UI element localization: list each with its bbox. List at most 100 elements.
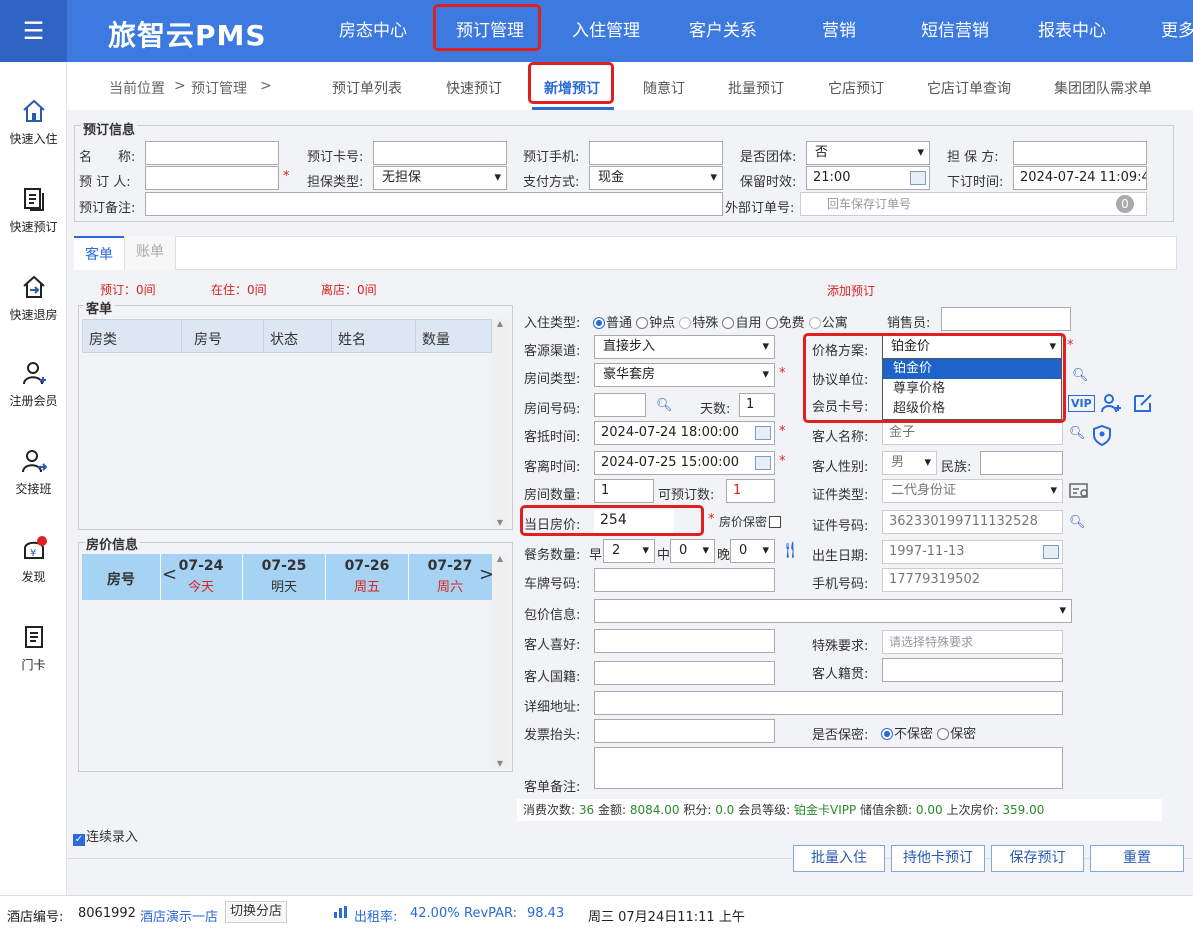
- lunch-select[interactable]: 0: [670, 539, 715, 563]
- batch-checkin-button[interactable]: 批量入住: [793, 845, 885, 872]
- gender-select[interactable]: 男: [882, 451, 937, 475]
- tab-other-store-booking[interactable]: 它店预订: [828, 78, 884, 98]
- days-input[interactable]: 1: [739, 393, 775, 417]
- depart-time-input[interactable]: 2024-07-25 15:00:00: [594, 451, 775, 475]
- tab-bill[interactable]: 账单: [124, 236, 176, 270]
- option-super-price[interactable]: 超级价格: [883, 399, 1061, 419]
- birth-date-input[interactable]: 1997-11-13: [882, 540, 1063, 564]
- calendar-icon[interactable]: [755, 426, 771, 440]
- reset-button[interactable]: 重置: [1090, 845, 1184, 872]
- nav-reports[interactable]: 报表中心: [1038, 0, 1106, 62]
- sidebar-label: 注册会员: [9, 394, 58, 408]
- sidebar-item-quick-booking[interactable]: 快速预订: [0, 186, 67, 235]
- add-booking-link[interactable]: 添加预订: [827, 282, 875, 299]
- package-select[interactable]: [594, 599, 1072, 623]
- mobile-input[interactable]: 17779319502: [882, 568, 1063, 592]
- channel-select[interactable]: 直接步入: [594, 335, 775, 359]
- plate-input[interactable]: [594, 568, 775, 592]
- search-icon[interactable]: 🔍︎: [1069, 426, 1086, 441]
- option-premium-price[interactable]: 尊享价格: [883, 379, 1061, 399]
- option-platinum-price[interactable]: 铂金价: [883, 359, 1061, 379]
- tab-group-demand[interactable]: 集团团队需求单: [1054, 78, 1152, 98]
- switch-store-button[interactable]: 切换分店: [225, 901, 288, 923]
- invoice-input[interactable]: [594, 719, 775, 743]
- nav-marketing[interactable]: 营销: [822, 0, 856, 62]
- calendar-icon[interactable]: [1043, 545, 1059, 559]
- sidebar-item-door-card[interactable]: 门卡: [0, 624, 67, 673]
- guarantee-type-select[interactable]: 无担保: [373, 166, 507, 190]
- nav-more[interactable]: 更多: [1161, 0, 1193, 62]
- ethnic-input[interactable]: [980, 451, 1063, 475]
- tab-other-store-query[interactable]: 它店订单查询: [927, 78, 1011, 98]
- nav-room-status[interactable]: 房态中心: [339, 0, 407, 62]
- sidebar-item-shift-handover[interactable]: 交接班: [0, 448, 67, 497]
- guest-remark-textarea[interactable]: [594, 747, 1063, 789]
- room-no-input[interactable]: [594, 393, 646, 417]
- id-scan-icon[interactable]: [1069, 482, 1091, 500]
- address-input[interactable]: [594, 691, 1063, 715]
- booking-remark-input[interactable]: [145, 192, 723, 216]
- room-type-select[interactable]: 豪华套房: [594, 363, 775, 387]
- dinner-select[interactable]: 0: [730, 539, 775, 563]
- radio-self-use[interactable]: [722, 317, 735, 329]
- radio-special[interactable]: [679, 317, 692, 329]
- tab-free-booking[interactable]: 随意订: [643, 78, 685, 98]
- radio-no-secret[interactable]: [881, 728, 893, 740]
- id-type-select[interactable]: 二代身份证: [882, 479, 1063, 503]
- sidebar-item-quick-checkin[interactable]: 快速入住: [0, 98, 67, 147]
- tab-guest-order[interactable]: 客单: [74, 236, 124, 270]
- price-table-scrollbar[interactable]: ▲ ▼: [492, 554, 508, 768]
- arrive-time-input[interactable]: 2024-07-24 18:00:00: [594, 421, 775, 445]
- member-add-icon[interactable]: [1100, 392, 1122, 414]
- search-icon[interactable]: 🔍︎: [1069, 515, 1086, 530]
- radio-normal[interactable]: [593, 317, 605, 329]
- radio-free[interactable]: [765, 317, 778, 329]
- calendar-icon[interactable]: [910, 171, 926, 185]
- radio-apartment[interactable]: [808, 317, 821, 329]
- sales-input[interactable]: [941, 307, 1071, 331]
- sidebar-item-register-member[interactable]: 注册会员: [0, 360, 67, 409]
- nav-checkin[interactable]: 入住管理: [572, 0, 640, 62]
- sidebar-item-discover[interactable]: ¥ 发现: [0, 536, 67, 585]
- tab-quick-booking[interactable]: 快速预订: [446, 78, 502, 98]
- booking-phone-input[interactable]: [589, 141, 723, 165]
- prev-dates-arrow[interactable]: <: [162, 564, 177, 585]
- sidebar-item-quick-checkout[interactable]: 快速退房: [0, 274, 67, 323]
- id-no-input[interactable]: 362330199711132528: [882, 510, 1063, 534]
- search-icon[interactable]: 🔍︎: [1072, 368, 1089, 383]
- nav-sms[interactable]: 短信营销: [921, 0, 989, 62]
- pay-method-select[interactable]: 现金: [589, 166, 723, 190]
- group-select[interactable]: 否: [806, 141, 930, 165]
- nationality-input[interactable]: [594, 661, 775, 685]
- special-request-input[interactable]: 请选择特殊要求: [882, 630, 1063, 654]
- guest-name-input[interactable]: 金子: [882, 421, 1063, 445]
- search-icon[interactable]: 🔍︎: [656, 398, 673, 413]
- shield-user-icon[interactable]: [1092, 424, 1112, 446]
- guarantor-input[interactable]: [1013, 141, 1147, 165]
- guest-table-scrollbar[interactable]: ▲ ▼: [492, 319, 508, 527]
- pref-input[interactable]: [594, 629, 775, 653]
- tab-batch-booking[interactable]: 批量预订: [728, 78, 784, 98]
- tab-order-list[interactable]: 预订单列表: [332, 78, 402, 98]
- ext-order-input[interactable]: 回车保存订单号: [800, 192, 1147, 216]
- save-booking-button[interactable]: 保存预订: [991, 845, 1084, 872]
- secret-price-checkbox[interactable]: 房价保密: [719, 513, 782, 530]
- origin-input[interactable]: [882, 658, 1063, 682]
- booker-input[interactable]: [145, 166, 279, 190]
- order-time-input[interactable]: 2024-07-24 11:09:4: [1013, 166, 1147, 190]
- radio-secret[interactable]: [937, 728, 950, 740]
- breakfast-select[interactable]: 2: [603, 539, 655, 563]
- other-card-booking-button[interactable]: 持他卡预订: [891, 845, 985, 872]
- breadcrumb-page[interactable]: 预订管理: [191, 78, 247, 98]
- name-input[interactable]: [145, 141, 279, 165]
- calendar-icon[interactable]: [755, 456, 771, 470]
- menu-toggle-icon[interactable]: ☰: [0, 0, 67, 62]
- booking-card-input[interactable]: [373, 141, 507, 165]
- edit-icon[interactable]: [1132, 392, 1154, 414]
- continuous-entry-checkbox[interactable]: ✓ 连续录入: [73, 826, 138, 846]
- radio-hourly[interactable]: [636, 317, 649, 329]
- room-count-input[interactable]: 1: [594, 479, 654, 503]
- nav-crm[interactable]: 客户关系: [689, 0, 757, 62]
- vip-icon[interactable]: VIP: [1068, 395, 1095, 412]
- hotel-name-link[interactable]: 酒店演示一店: [140, 906, 218, 925]
